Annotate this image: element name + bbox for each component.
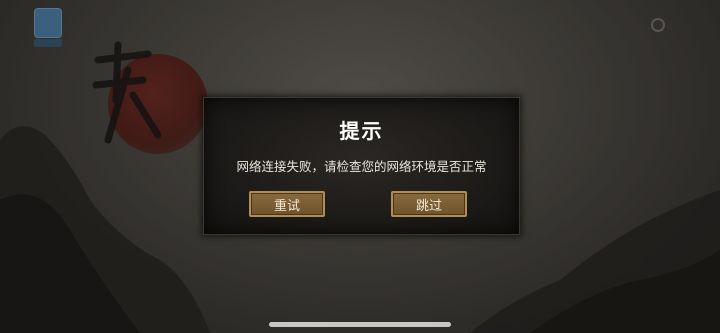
network-error-dialog: 提示 网络连接失败，请检查您的网络环境是否正常 重试 跳过 xyxy=(203,97,520,235)
game-screen: 提示 网络连接失败，请检查您的网络环境是否正常 重试 跳过 xyxy=(0,0,720,333)
retry-button[interactable]: 重试 xyxy=(249,191,325,217)
app-icon[interactable] xyxy=(34,8,62,47)
dialog-title: 提示 xyxy=(339,119,384,143)
dialog-message: 网络连接失败，请检查您的网络环境是否正常 xyxy=(236,159,487,174)
home-indicator[interactable] xyxy=(269,322,451,327)
corner-decoration xyxy=(598,302,688,312)
skip-button[interactable]: 跳过 xyxy=(391,191,467,217)
settings-icon[interactable] xyxy=(651,18,665,32)
